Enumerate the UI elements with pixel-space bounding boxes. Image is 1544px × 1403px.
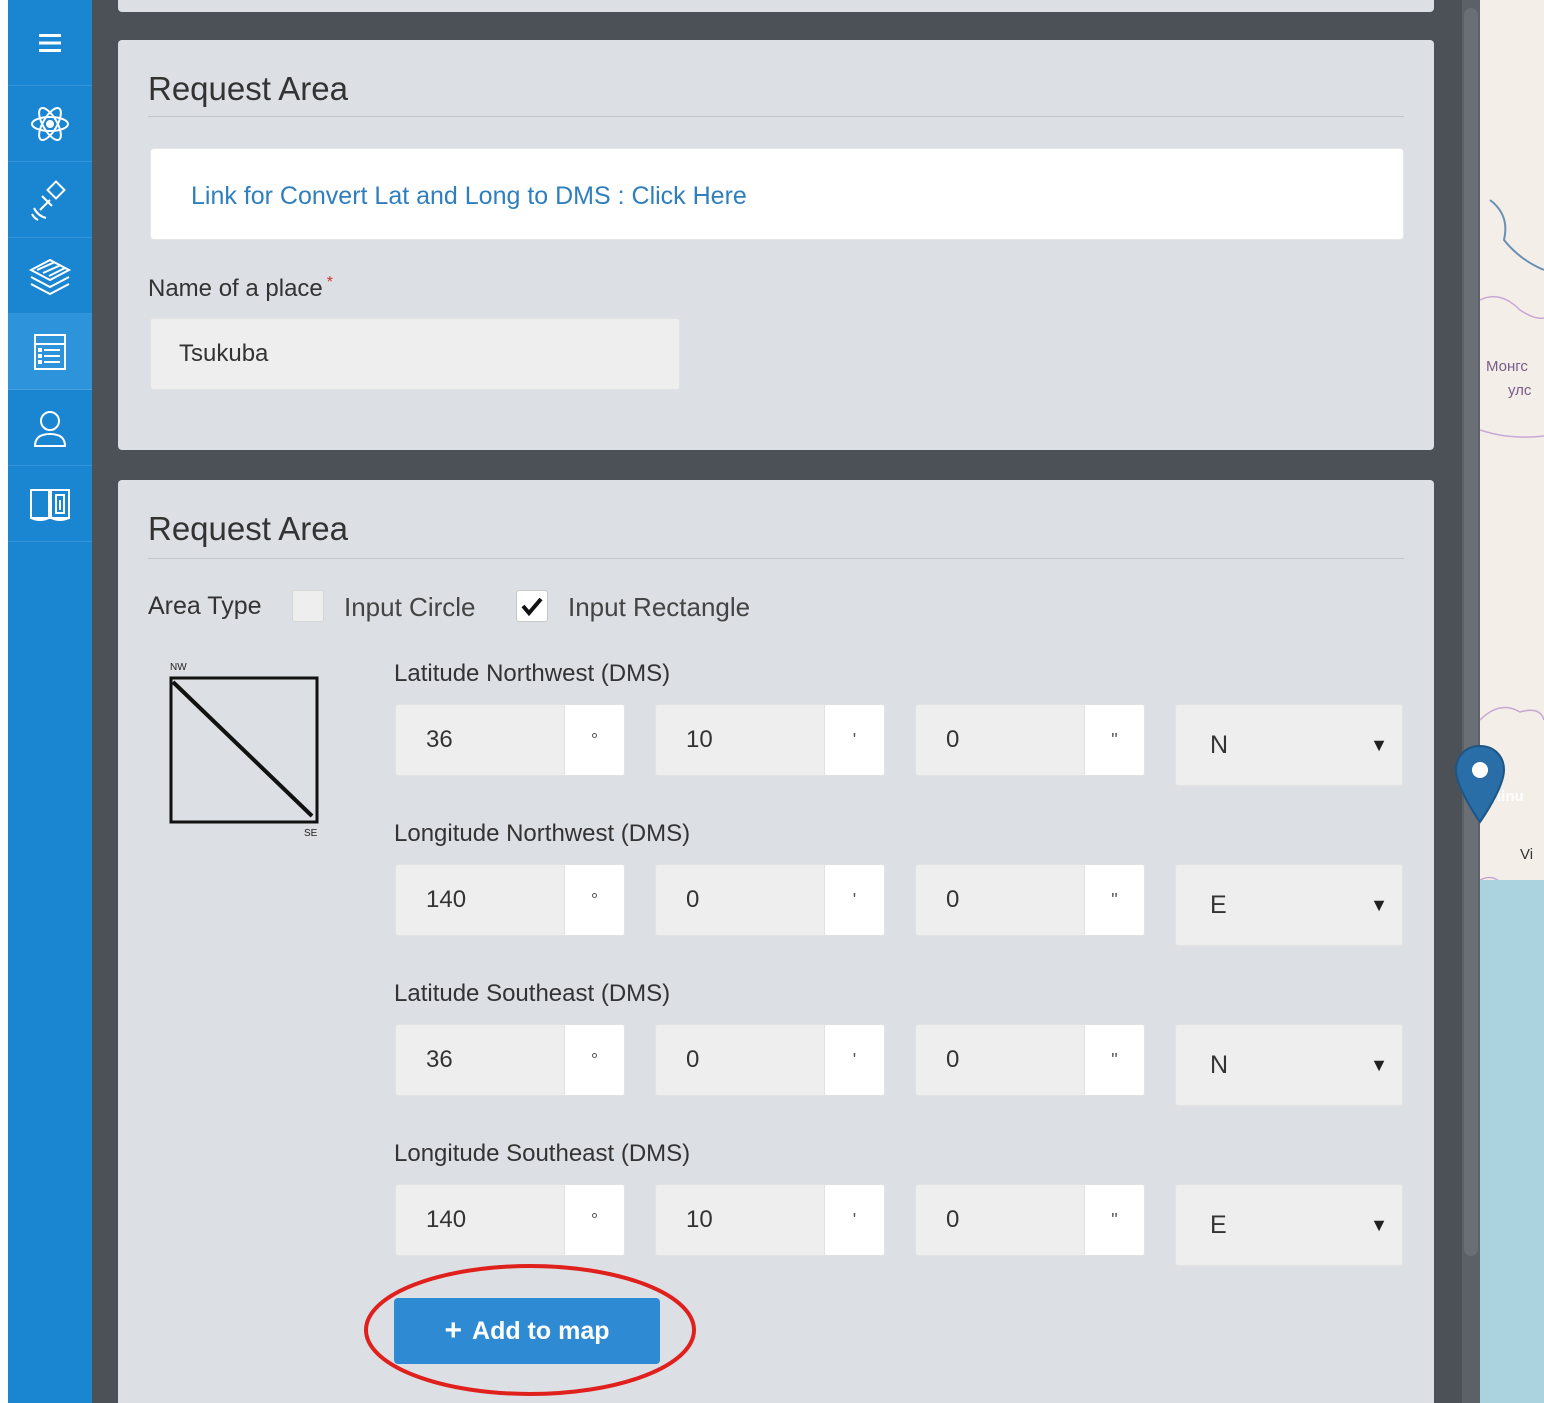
dropdown-arrow-icon: ▼ <box>1370 895 1388 915</box>
lon-se-direction-value: E <box>1210 1211 1227 1239</box>
lat-se-degrees-input[interactable] <box>395 1024 565 1096</box>
lon-se-minutes-input[interactable] <box>655 1184 825 1256</box>
sidebar-item-atom[interactable] <box>8 86 92 162</box>
layers-icon <box>28 258 72 295</box>
degree-unit: ° <box>565 1184 625 1256</box>
place-name-label: Name of a place * <box>148 274 333 303</box>
sidebar-item-user[interactable] <box>8 390 92 466</box>
map-label-ulc: улс <box>1508 382 1532 399</box>
sidebar-item-list[interactable] <box>8 314 92 390</box>
lon-nw-minutes-input[interactable] <box>655 864 825 936</box>
dropdown-arrow-icon: ▼ <box>1370 735 1388 755</box>
lon-se-label: Longitude Southeast (DMS) <box>394 1140 691 1167</box>
lat-nw-direction-value: N <box>1210 731 1229 759</box>
diagram-nw-label: NW <box>170 662 187 673</box>
panel-title: Request Area <box>148 510 348 547</box>
sidebar-item-layers[interactable] <box>8 238 92 314</box>
lat-se-direction-select[interactable]: N ▼ <box>1175 1024 1403 1106</box>
lon-nw-degrees-input[interactable] <box>395 864 565 936</box>
lat-se-minutes-input[interactable] <box>655 1024 825 1096</box>
minute-unit: ' <box>825 1024 885 1096</box>
user-icon <box>33 410 67 447</box>
dropdown-arrow-icon: ▼ <box>1370 1055 1388 1075</box>
atom-icon <box>31 106 69 141</box>
check-icon <box>521 597 543 617</box>
input-circle-label[interactable]: Input Circle <box>344 592 476 623</box>
place-name-label-text: Name of a place <box>148 275 323 302</box>
degree-unit: ° <box>565 704 625 776</box>
second-unit: " <box>1085 1024 1145 1096</box>
dms-convert-link[interactable]: Link for Convert Lat and Long to DMS : C… <box>191 182 747 211</box>
lat-nw-degrees-input[interactable] <box>395 704 565 776</box>
lat-nw-seconds-input[interactable] <box>915 704 1085 776</box>
map-pin-icon[interactable] <box>1454 744 1506 824</box>
lon-nw-direction-value: E <box>1210 891 1227 919</box>
input-circle-checkbox[interactable] <box>292 590 324 622</box>
request-area-panel-place: Request Area Link for Convert Lat and Lo… <box>118 40 1434 450</box>
minute-unit: ' <box>825 704 885 776</box>
panel-title: Request Area <box>148 70 348 107</box>
previous-panel-edge <box>118 0 1434 12</box>
lon-nw-label: Longitude Northwest (DMS) <box>394 820 691 847</box>
area-type-label: Area Type <box>148 592 262 620</box>
map-view[interactable]: Монгс улс ninu Vi <box>1480 0 1544 1403</box>
highlight-circle-annotation <box>364 1264 696 1396</box>
menu-icon <box>39 33 61 52</box>
input-rectangle-checkbox[interactable] <box>516 590 548 622</box>
second-unit: " <box>1085 704 1145 776</box>
sidebar-item-manual[interactable] <box>8 466 92 542</box>
lat-nw-minutes-input[interactable] <box>655 704 825 776</box>
required-marker: * <box>326 274 333 291</box>
minute-unit: ' <box>825 1184 885 1256</box>
lon-nw-direction-select[interactable]: E ▼ <box>1175 864 1403 946</box>
lat-se-label: Latitude Southeast (DMS) <box>394 980 671 1007</box>
lat-nw-direction-select[interactable]: N ▼ <box>1175 704 1403 786</box>
rectangle-diagram-icon: NW SE <box>169 662 319 839</box>
minute-unit: ' <box>825 864 885 936</box>
request-area-panel-coordinates: Request Area Area Type Input Circle Inpu… <box>118 480 1434 1403</box>
degree-unit: ° <box>565 864 625 936</box>
list-icon <box>34 333 66 370</box>
map-label-vi: Vi <box>1520 846 1534 863</box>
lat-se-direction-value: N <box>1210 1051 1229 1079</box>
lon-nw-seconds-input[interactable] <box>915 864 1085 936</box>
second-unit: " <box>1085 864 1145 936</box>
lon-se-direction-select[interactable]: E ▼ <box>1175 1184 1403 1266</box>
sidebar-item-menu[interactable] <box>8 0 92 86</box>
lon-se-seconds-input[interactable] <box>915 1184 1085 1256</box>
diagram-se-label: SE <box>304 828 318 839</box>
manual-icon <box>30 488 70 521</box>
input-rectangle-label[interactable]: Input Rectangle <box>568 592 750 623</box>
sidebar <box>8 0 92 1403</box>
dropdown-arrow-icon: ▼ <box>1370 1215 1388 1235</box>
scrollbar-thumb[interactable] <box>1464 8 1478 1256</box>
satellite-icon <box>31 179 66 221</box>
panel-divider <box>148 116 1404 117</box>
sidebar-item-satellite[interactable] <box>8 162 92 238</box>
degree-unit: ° <box>565 1024 625 1096</box>
second-unit: " <box>1085 1184 1145 1256</box>
lat-nw-label: Latitude Northwest (DMS) <box>394 660 671 687</box>
lon-se-degrees-input[interactable] <box>395 1184 565 1256</box>
panel-divider <box>148 558 1404 559</box>
map-sea <box>1480 880 1544 1403</box>
map-label-mongolia: Монгс <box>1486 358 1528 375</box>
place-name-input[interactable] <box>150 318 680 390</box>
dms-link-box: Link for Convert Lat and Long to DMS : C… <box>150 148 1404 240</box>
lat-se-seconds-input[interactable] <box>915 1024 1085 1096</box>
